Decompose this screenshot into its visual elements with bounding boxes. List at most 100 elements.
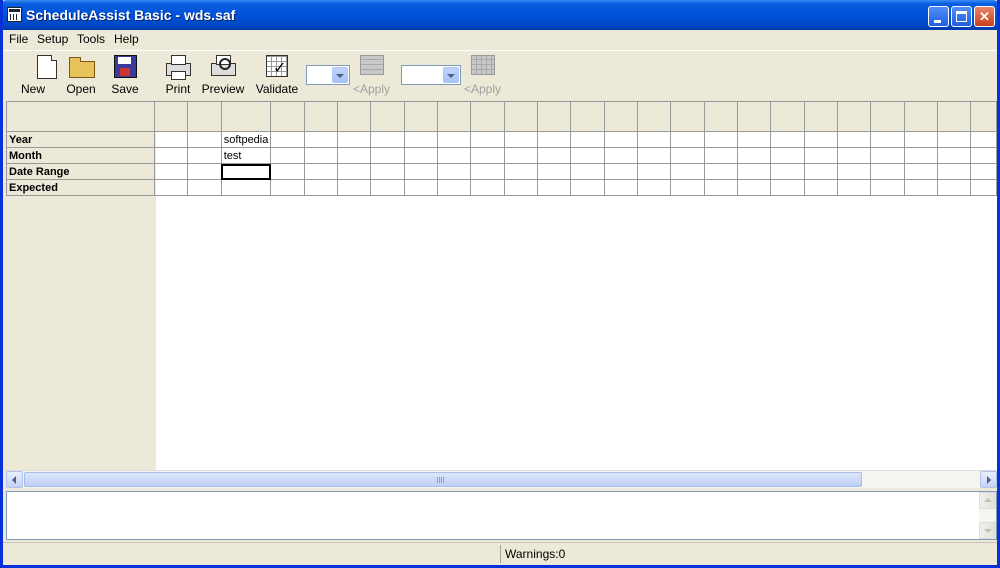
grid-cell[interactable] <box>670 147 705 164</box>
column-header[interactable] <box>270 101 305 132</box>
grid-cell[interactable] <box>370 179 405 196</box>
menu-tools[interactable]: Tools <box>77 32 105 46</box>
grid-cell[interactable] <box>870 147 905 164</box>
column-header[interactable] <box>770 101 805 132</box>
grid-cell[interactable] <box>636 163 672 180</box>
grid-cell[interactable] <box>187 179 222 196</box>
grid-cell[interactable] <box>337 179 372 196</box>
grid-cell[interactable] <box>670 131 705 148</box>
column-header[interactable] <box>836 101 872 132</box>
grid-cell[interactable] <box>970 131 997 148</box>
grid-cell[interactable] <box>570 147 605 164</box>
grid-cell[interactable] <box>437 131 472 148</box>
grid-cell[interactable] <box>603 179 638 196</box>
column-header[interactable] <box>337 101 372 132</box>
grid-cell[interactable] <box>303 131 339 148</box>
grid-cell[interactable] <box>220 179 272 196</box>
grid-cell[interactable] <box>936 163 972 180</box>
grid-cell[interactable] <box>936 179 972 196</box>
grid-cell[interactable] <box>570 179 605 196</box>
grid-cell[interactable] <box>703 163 738 180</box>
grid-cell[interactable] <box>570 163 605 180</box>
close-button[interactable]: ✕ <box>974 6 995 27</box>
column-header[interactable] <box>370 101 405 132</box>
menu-file[interactable]: File <box>9 32 28 46</box>
grid-cell[interactable] <box>403 147 439 164</box>
grid-cell[interactable] <box>803 147 838 164</box>
grid-cell[interactable] <box>570 131 605 148</box>
scroll-left-icon[interactable] <box>6 471 23 488</box>
grid-cell[interactable] <box>870 163 905 180</box>
grid-cell[interactable] <box>703 179 738 196</box>
grid-cell[interactable] <box>770 147 805 164</box>
grid-cell[interactable] <box>803 179 838 196</box>
grid-cell[interactable] <box>970 179 997 196</box>
grid-cell[interactable] <box>470 163 505 180</box>
grid-cell[interactable] <box>270 147 305 164</box>
grid-cell[interactable] <box>936 131 972 148</box>
grid-cell[interactable] <box>670 163 705 180</box>
column-header[interactable] <box>870 101 905 132</box>
grid-cell[interactable] <box>470 147 505 164</box>
grid-cell[interactable] <box>803 163 838 180</box>
first-combo[interactable] <box>306 65 350 85</box>
horizontal-scrollbar[interactable] <box>6 470 997 488</box>
grid-cell[interactable] <box>603 163 638 180</box>
maximize-button[interactable] <box>951 6 972 27</box>
apply-button-2[interactable]: <Apply <box>464 55 501 96</box>
grid-cell[interactable] <box>437 163 472 180</box>
grid-cell[interactable] <box>303 147 339 164</box>
vertical-scrollbar[interactable] <box>979 492 996 539</box>
grid-cell[interactable] <box>154 179 189 196</box>
grid-cell[interactable] <box>536 179 572 196</box>
grid-cell[interactable] <box>603 131 638 148</box>
grid-cell[interactable] <box>337 163 372 180</box>
grid-cell[interactable] <box>503 131 539 148</box>
chevron-down-icon[interactable] <box>332 67 348 83</box>
grid-cell[interactable] <box>770 179 805 196</box>
column-header[interactable] <box>536 101 572 132</box>
column-header[interactable] <box>603 101 638 132</box>
schedule-grid[interactable]: Year softpedia Month test Date Range Expected <box>6 101 997 470</box>
grid-cell[interactable] <box>836 131 872 148</box>
grid-cell[interactable] <box>337 147 372 164</box>
grid-cell[interactable] <box>503 163 539 180</box>
grid-cell[interactable] <box>836 147 872 164</box>
selected-cell[interactable] <box>220 163 272 180</box>
grid-cell[interactable] <box>470 179 505 196</box>
grid-cell[interactable] <box>187 163 222 180</box>
grid-cell[interactable] <box>403 179 439 196</box>
grid-cell[interactable] <box>403 163 439 180</box>
grid-cell[interactable] <box>703 147 738 164</box>
grid-cell[interactable] <box>903 163 938 180</box>
column-header[interactable] <box>470 101 505 132</box>
grid-cell[interactable]: test <box>220 147 272 164</box>
grid-cell[interactable] <box>770 163 805 180</box>
column-header[interactable] <box>403 101 439 132</box>
message-area[interactable] <box>6 491 997 540</box>
grid-cell[interactable] <box>503 179 539 196</box>
grid-cell[interactable] <box>736 163 772 180</box>
column-header[interactable] <box>220 101 272 132</box>
column-header[interactable] <box>570 101 605 132</box>
grid-cell[interactable] <box>337 131 372 148</box>
grid-cell[interactable] <box>970 163 997 180</box>
grid-cell[interactable] <box>870 179 905 196</box>
grid-cell[interactable] <box>970 147 997 164</box>
column-header[interactable] <box>187 101 222 132</box>
grid-cell[interactable] <box>603 147 638 164</box>
grid-cell[interactable] <box>670 179 705 196</box>
grid-cell[interactable] <box>303 163 339 180</box>
scroll-right-icon[interactable] <box>980 471 997 488</box>
grid-cell[interactable] <box>870 131 905 148</box>
grid-cell[interactable] <box>370 131 405 148</box>
minimize-button[interactable] <box>928 6 949 27</box>
grid-cell[interactable] <box>154 163 189 180</box>
column-header[interactable] <box>970 101 997 132</box>
preview-button[interactable]: Preview <box>201 55 245 96</box>
apply-button-1[interactable]: <Apply <box>353 55 390 96</box>
grid-cell[interactable]: softpedia <box>220 131 272 148</box>
grid-cell[interactable] <box>270 163 305 180</box>
grid-cell[interactable] <box>736 147 772 164</box>
menu-setup[interactable]: Setup <box>37 32 68 46</box>
